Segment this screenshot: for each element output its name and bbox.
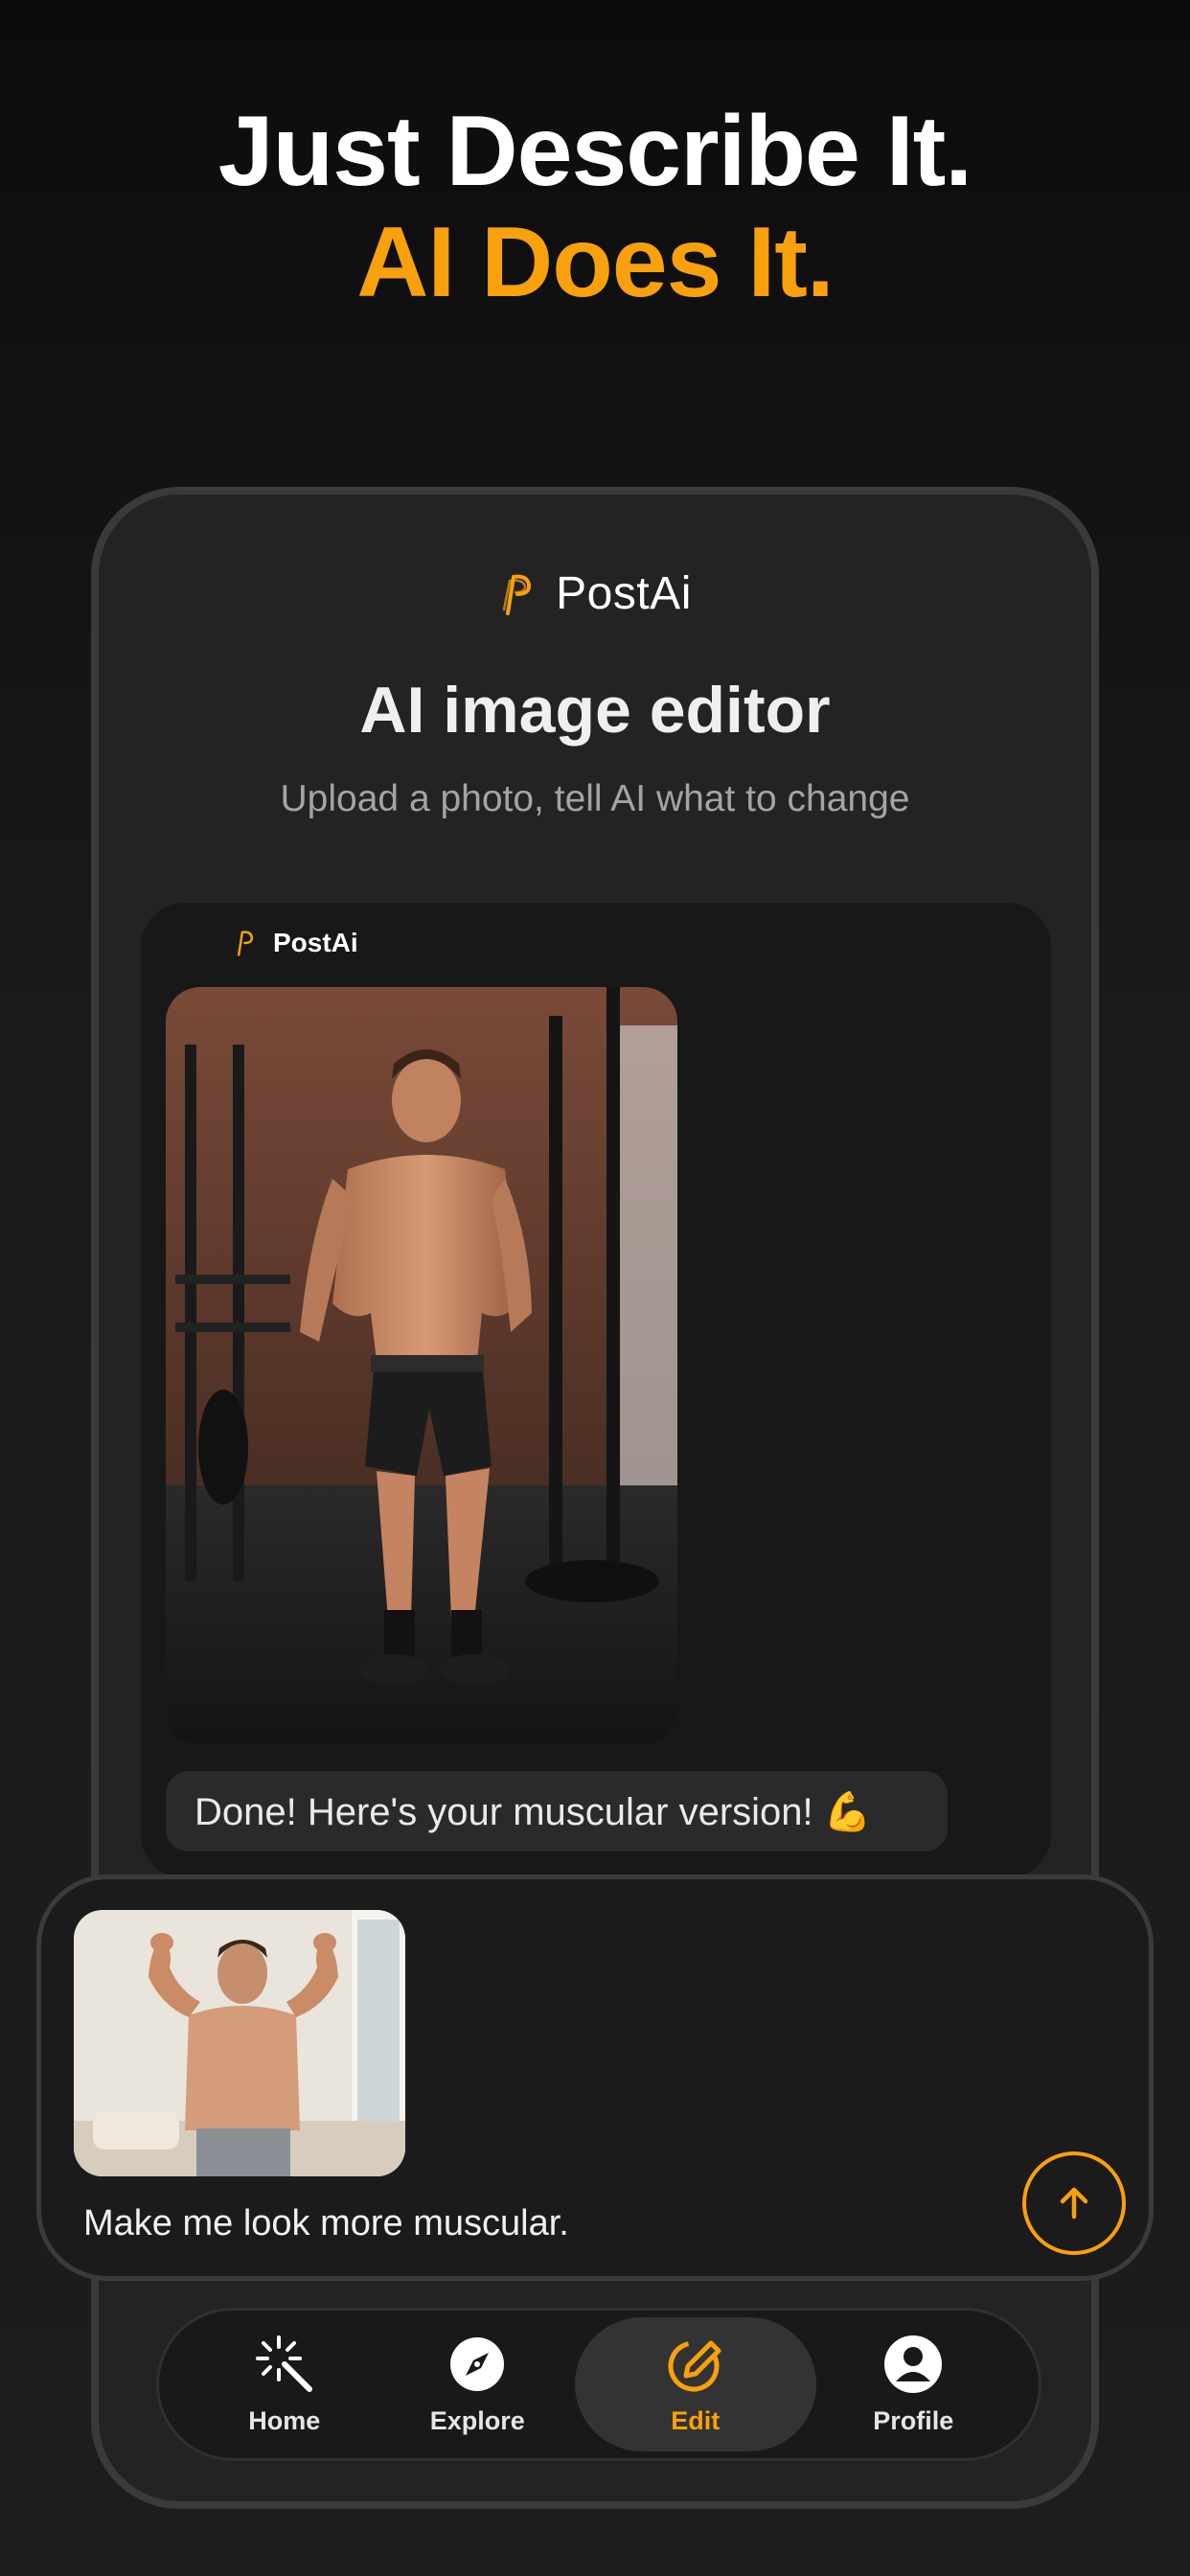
attached-image-thumbnail[interactable] — [74, 1910, 405, 2176]
postai-logo-icon — [237, 931, 254, 956]
ai-reply-bubble: Done! Here's your muscular version! 💪 — [166, 1771, 948, 1852]
edit-pencil-icon — [668, 2340, 721, 2391]
headline-line-2: AI Does It. — [356, 207, 835, 318]
nav-profile-label: Profile — [873, 2405, 954, 2435]
prompt-text[interactable]: Make me look more muscular. — [83, 2203, 569, 2244]
page-title: AI image editor — [359, 674, 831, 747]
nav-explore-label: Explore — [429, 2405, 525, 2435]
page-subtitle: Upload a photo, tell AI what to change — [280, 778, 910, 819]
gym-photo-illustration — [166, 987, 677, 1744]
nav-explore[interactable]: Explore — [381, 2317, 573, 2451]
send-button[interactable] — [1022, 2151, 1126, 2255]
flexing-photo-illustration — [74, 1910, 405, 2176]
user-icon — [884, 2334, 943, 2393]
chat-card: PostAi Done! Here's your muscular versio… — [141, 903, 1051, 1878]
nav-edit[interactable]: Edit — [574, 2317, 816, 2451]
nav-home[interactable]: Home — [189, 2317, 380, 2451]
nav-home-label: Home — [248, 2405, 321, 2435]
prompt-composer[interactable]: Make me look more muscular. — [36, 1874, 1154, 2281]
bottom-nav: Home Explore Edit Profile — [156, 2308, 1041, 2461]
compass-icon — [450, 2336, 505, 2391]
chat-sender-name: PostAi — [273, 928, 358, 957]
arrow-up-icon — [1060, 2187, 1088, 2220]
marketing-headline: Just Describe It. AI Does It. — [0, 96, 1190, 318]
chat-sender: PostAi — [233, 928, 358, 958]
app-screen: Just Describe It. AI Does It. PostAi AI … — [0, 0, 1190, 2576]
app-header: PostAi — [99, 567, 1091, 620]
nav-profile[interactable]: Profile — [817, 2317, 1009, 2451]
postai-logo-icon — [502, 574, 532, 615]
magic-wand-icon — [255, 2334, 312, 2392]
headline-line-1: Just Describe It. — [217, 96, 973, 207]
brand-name: PostAi — [556, 568, 692, 619]
nav-edit-label: Edit — [671, 2405, 721, 2435]
result-image[interactable] — [166, 987, 677, 1744]
